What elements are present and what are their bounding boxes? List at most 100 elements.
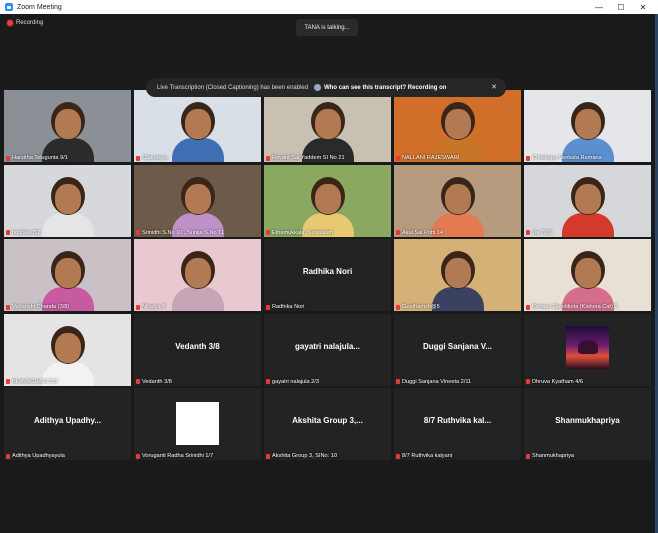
maximize-button[interactable]: ☐ xyxy=(610,0,632,14)
muted-mic-icon xyxy=(266,155,270,161)
participant-tile[interactable]: Akshita Group 3,... Akshita Group 3, SINo… xyxy=(264,388,391,460)
participant-tile[interactable]: Radhika Nori Radhika Nori xyxy=(264,239,391,311)
participant-name-label: Duggi Sanjana Vineeta 2/11 xyxy=(396,379,471,385)
participant-tile[interactable]: Revant Sai Yaddem SI No 21 xyxy=(264,90,391,162)
participant-display-name: Shanmukhapriya xyxy=(555,416,620,425)
participant-name-label: Radhika Nori xyxy=(266,304,304,310)
participant-tile[interactable]: Geethamsh@5 xyxy=(394,239,521,311)
transcript-info-link[interactable]: Who can see this transcript? Recording o… xyxy=(314,84,446,91)
participant-name: Rehasri Gandikota (Kishora Cat) 9 xyxy=(532,304,618,310)
recording-dot-icon xyxy=(7,20,13,26)
participant-video-body xyxy=(42,212,94,237)
participant-name: gayatri nalajula 2/3 xyxy=(272,378,319,385)
participant-name: Chokkapu Venkata Ramana xyxy=(532,155,602,161)
participant-name: Nihalya 6 xyxy=(142,304,166,310)
muted-mic-icon xyxy=(6,304,10,310)
participant-tile[interactable]: Adithya Upadhy... Adithya Upadhyayula xyxy=(4,388,131,460)
participant-tile[interactable]: 8/7 Ruthvika kal... 8/7 Ruthvika kalyani xyxy=(394,388,521,460)
participant-name: Vedanth 3/8 xyxy=(142,378,172,385)
muted-mic-icon xyxy=(526,379,530,384)
participant-tile[interactable]: Duggi Sanjana V... Duggi Sanjana Vineeta … xyxy=(394,313,521,386)
muted-mic-icon xyxy=(136,379,140,384)
participant-tile[interactable]: Akul Sai Potti 14 xyxy=(394,164,521,237)
muted-mic-icon xyxy=(136,155,140,161)
participant-tile[interactable]: NALLANI RAJESWARI xyxy=(394,90,521,162)
participant-name-label: Vedanth 3/8 xyxy=(136,379,172,385)
participant-video-face xyxy=(55,258,81,288)
participant-name-label: Vedanshi Chanda (3/8) xyxy=(6,304,69,310)
participant-display-name: Vedanth 3/8 xyxy=(175,341,220,351)
muted-mic-icon xyxy=(6,379,10,384)
participant-tile[interactable]: Dhruva Kyatham 4/6 xyxy=(524,313,651,386)
participant-video-face xyxy=(575,258,601,288)
participant-video-face xyxy=(445,258,471,288)
participant-name: Dhruva Kyatham 4/6 xyxy=(532,378,583,385)
participant-tile[interactable]: hoshika 8/2 xyxy=(4,164,131,237)
participant-name-label: Voruganti Radha Srinidhi 1/7 xyxy=(136,453,213,459)
participant-tile[interactable]: Nihalya 6 xyxy=(134,239,261,311)
participant-tile[interactable]: Chokkapu Venkata Ramana xyxy=(524,90,651,162)
minimize-button[interactable]: — xyxy=(588,0,610,14)
muted-mic-icon xyxy=(136,230,140,235)
window-controls: — ☐ ✕ xyxy=(588,0,654,14)
participant-video-face xyxy=(55,183,81,214)
people-icon xyxy=(314,84,322,91)
participant-name-label: gayatri nalajula 2/3 xyxy=(266,379,319,385)
participant-tile[interactable]: Ethamukkala, Narasaiah xyxy=(264,164,391,237)
muted-mic-icon xyxy=(266,230,270,235)
participant-name-label: Akshita Group 3, SINo: 10 xyxy=(266,453,337,459)
participant-tile[interactable]: Voruganti Radha Srinidhi 1/7 xyxy=(134,388,261,460)
participant-name: BHAVAGNA G 5/3 xyxy=(12,378,58,385)
participant-name-label: Srinidhi S.No 10 , Srinija S.No 11 xyxy=(136,230,224,236)
participant-name-label: Rehasri Gandikota (Kishora Cat) 9 xyxy=(526,304,618,310)
participant-name: Duggi Sanjana Vineeta 2/11 xyxy=(402,378,472,385)
participant-name: Vedanshi Chanda (3/8) xyxy=(12,304,70,310)
participant-name: Ethamukkala, Narasaiah xyxy=(272,229,333,236)
banner-close-button[interactable]: ✕ xyxy=(491,83,497,91)
participant-name: Geethamsh@5 xyxy=(402,304,440,310)
participant-name: Jai 7/10 xyxy=(532,229,552,236)
participant-display-name: Akshita Group 3,... xyxy=(292,416,363,425)
participant-tile[interactable]: Srinidhi S.No 10 , Srinija S.No 11 xyxy=(134,164,261,237)
muted-mic-icon xyxy=(396,230,400,235)
muted-mic-icon xyxy=(526,230,530,235)
muted-mic-icon xyxy=(266,379,270,384)
participant-tile[interactable]: gayatri nalajula... gayatri nalajula 2/3 xyxy=(264,313,391,386)
recording-indicator[interactable]: Recording xyxy=(7,20,43,26)
participant-tile[interactable]: Vedanth 3/8 Vedanth 3/8 xyxy=(134,313,261,386)
tree-silhouette-icon xyxy=(578,339,598,354)
close-window-button[interactable]: ✕ xyxy=(632,0,654,14)
muted-mic-icon xyxy=(396,453,400,459)
participant-name: Akul Sai Potti 14 xyxy=(402,229,444,236)
participant-video-face xyxy=(445,109,471,139)
muted-mic-icon xyxy=(526,155,530,161)
participant-name: NALLANI RAJESWARI xyxy=(402,155,460,161)
participant-video-face xyxy=(55,109,81,139)
participant-video-body xyxy=(172,138,224,162)
participant-tile[interactable]: Chanakya xyxy=(134,90,261,162)
participant-name-label: Jai 7/10 xyxy=(526,230,552,236)
participant-tile[interactable]: Jai 7/10 xyxy=(524,164,651,237)
participant-name-label: Dhruva Kyatham 4/6 xyxy=(526,379,583,385)
window-titlebar: Zoom Meeting — ☐ ✕ xyxy=(0,0,658,14)
participant-name-label: hoshika 8/2 xyxy=(6,230,41,236)
participant-tile[interactable]: Rehasri Gandikota (Kishora Cat) 9 xyxy=(524,239,651,311)
profile-picture xyxy=(566,325,609,369)
participant-tile[interactable]: Shanmukhapriya Shanmukhapriya xyxy=(524,388,651,460)
participant-name-label: Akul Sai Potti 14 xyxy=(396,230,443,236)
transcript-info-label: Who can see this transcript? Recording o… xyxy=(324,84,447,91)
participant-tile[interactable]: Vedanshi Chanda (3/8) xyxy=(4,239,131,311)
participant-name-label: BHAVAGNA G 5/3 xyxy=(6,379,57,385)
recording-label: Recording xyxy=(16,20,44,26)
participant-name-label: Ethamukkala, Narasaiah xyxy=(266,230,333,236)
participant-video-face xyxy=(575,109,601,139)
muted-mic-icon xyxy=(396,379,400,384)
participant-name: Shanmukhapriya xyxy=(532,453,574,459)
participant-tile[interactable]: BHAVAGNA G 5/3 xyxy=(4,313,131,386)
participant-tile[interactable]: Harsitha Telugunta 9/1 xyxy=(4,90,131,162)
participant-name: Harsitha Telugunta 9/1 xyxy=(12,155,68,161)
participant-name-label: Geethamsh@5 xyxy=(396,304,440,310)
muted-mic-icon xyxy=(6,453,10,459)
participant-video-face xyxy=(185,258,211,288)
transcription-banner: Live Transcription (Closed Captioning) h… xyxy=(146,78,506,97)
